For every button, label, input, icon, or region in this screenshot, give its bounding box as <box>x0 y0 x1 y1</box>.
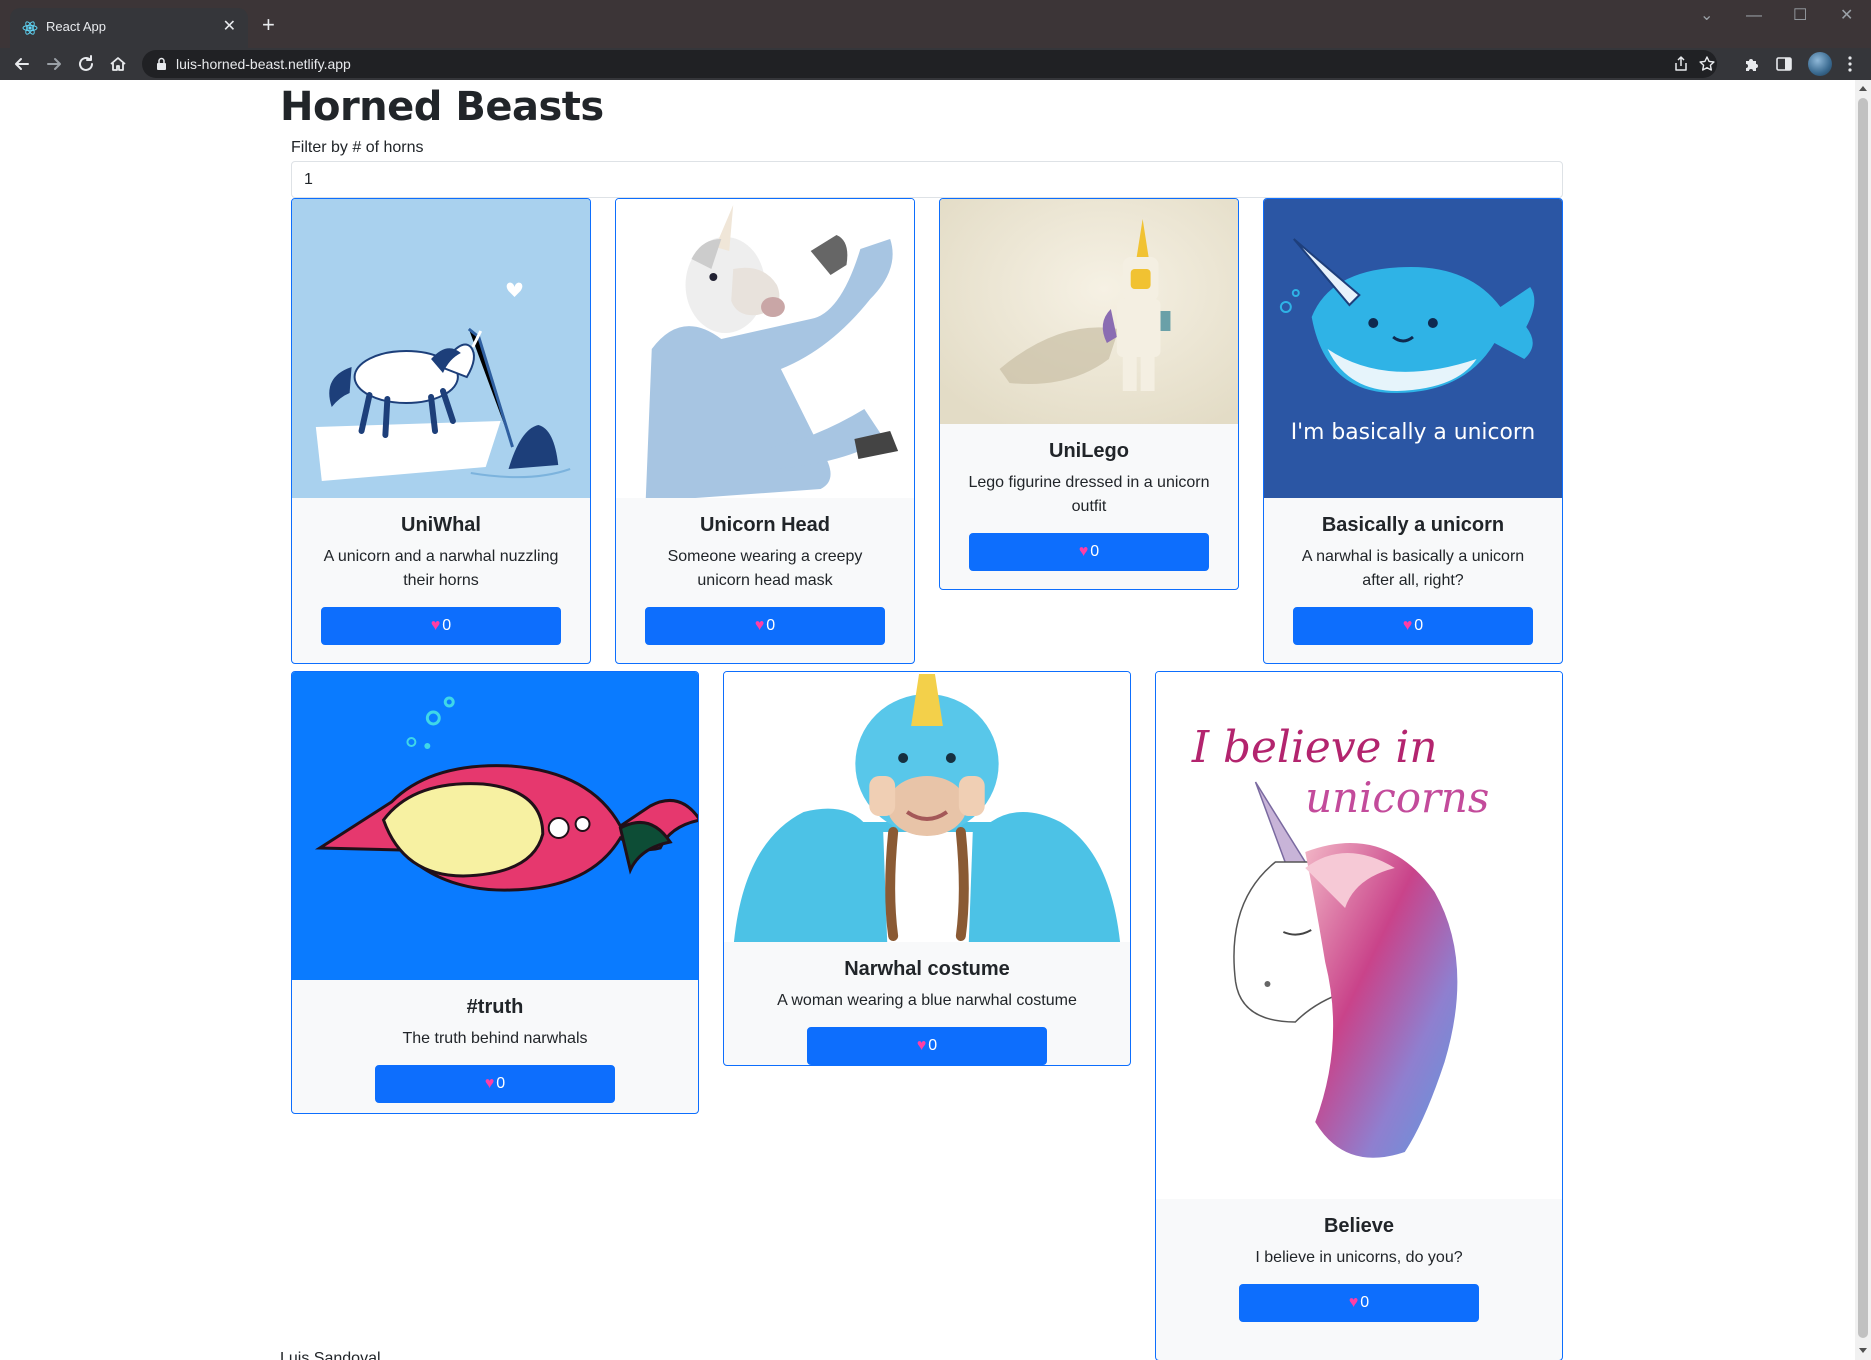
beast-image[interactable] <box>724 672 1130 942</box>
beast-image[interactable]: I believe in unicorns <box>1156 672 1562 1199</box>
address-bar[interactable]: luis-horned-beast.netlify.app <box>142 50 1717 78</box>
like-button[interactable]: ♥ 0 <box>1293 607 1533 645</box>
beast-card-body: Basically a unicorn A narwhal is basical… <box>1264 498 1562 645</box>
page-title: Horned Beasts <box>280 84 604 130</box>
side-panel-icon[interactable] <box>1774 54 1794 74</box>
menu-kebab-icon[interactable] <box>1840 54 1860 74</box>
like-count: 0 <box>1414 617 1424 634</box>
beast-description: Lego figurine dressed in a unicorn outfi… <box>968 474 1210 515</box>
beast-title: Basically a unicorn <box>1321 514 1505 536</box>
beast-title: UniWhal <box>401 514 481 536</box>
image-caption-text: I'm basically a unicorn <box>1291 420 1536 445</box>
beast-image[interactable] <box>292 199 590 498</box>
beast-description: I believe in unicorns, do you? <box>1255 1249 1463 1266</box>
react-favicon-icon <box>22 21 38 35</box>
beast-card-body: UniLego Lego figurine dressed in a unico… <box>940 424 1238 571</box>
image-script-line-2: unicorns <box>1305 773 1489 822</box>
heart-icon: ♥ <box>916 1037 927 1054</box>
beast-card[interactable]: Unicorn Head Someone wearing a creepy un… <box>615 198 915 664</box>
heart-icon: ♥ <box>1402 617 1413 634</box>
beast-title: Unicorn Head <box>699 514 831 536</box>
beast-description: A narwhal is basically a unicorn after a… <box>1301 548 1525 589</box>
beast-description: The truth behind narwhals <box>402 1030 588 1047</box>
beast-card-body: #truth The truth behind narwhals ♥ 0 <box>292 980 698 1103</box>
like-button[interactable]: ♥ 0 <box>1239 1284 1479 1322</box>
browser-titlebar: React App ✕ + ⌄ — ☐ ✕ <box>0 0 1871 48</box>
tab-close-icon[interactable]: ✕ <box>223 17 236 37</box>
like-button[interactable]: ♥ 0 <box>375 1065 615 1103</box>
beast-title: #truth <box>466 996 524 1018</box>
beast-card-body: Narwhal costume A woman wearing a blue n… <box>724 942 1130 1065</box>
beast-image[interactable] <box>940 199 1238 424</box>
horns-filter-input[interactable] <box>291 161 1563 198</box>
like-button[interactable]: ♥ 0 <box>807 1027 1047 1065</box>
like-count: 0 <box>442 617 452 634</box>
like-count: 0 <box>1360 1294 1370 1311</box>
beast-image[interactable] <box>292 672 698 980</box>
beast-card[interactable]: I believe in unicorns Believe I believe … <box>1155 671 1563 1360</box>
beast-description: Someone wearing a creepy unicorn head ma… <box>667 548 863 589</box>
back-icon[interactable] <box>11 53 33 75</box>
tab-title: React App <box>46 19 106 34</box>
beast-card[interactable]: #truth The truth behind narwhals ♥ 0 <box>291 671 699 1114</box>
heart-icon: ♥ <box>754 617 765 634</box>
address-url[interactable]: luis-horned-beast.netlify.app <box>176 56 351 72</box>
image-script-line-1: I believe in <box>1191 722 1438 773</box>
heart-icon: ♥ <box>1078 543 1089 560</box>
beast-title: UniLego <box>1049 440 1129 462</box>
new-tab-button[interactable]: + <box>262 12 275 38</box>
extensions-icon[interactable] <box>1742 54 1762 74</box>
like-button[interactable]: ♥ 0 <box>321 607 561 645</box>
beast-card-body: Believe I believe in unicorns, do you? ♥… <box>1156 1199 1562 1322</box>
maximize-button[interactable]: ☐ <box>1793 4 1807 28</box>
like-count: 0 <box>496 1075 506 1092</box>
beast-description: A unicorn and a narwhal nuzzling their h… <box>323 548 559 589</box>
profile-avatar[interactable] <box>1808 52 1832 76</box>
beast-card[interactable]: UniWhal A unicorn and a narwhal nuzzling… <box>291 198 591 664</box>
like-count: 0 <box>766 617 776 634</box>
filter-label: Filter by # of horns <box>291 139 424 156</box>
tab-search-icon[interactable]: ⌄ <box>1700 4 1713 28</box>
beast-title: Believe <box>1323 1215 1395 1237</box>
like-count: 0 <box>928 1037 938 1054</box>
forward-icon[interactable] <box>43 53 65 75</box>
like-button[interactable]: ♥ 0 <box>645 607 885 645</box>
beast-image[interactable] <box>616 199 914 498</box>
page-viewport: Horned Beasts Filter by # of horns UniWh… <box>0 80 1855 1360</box>
beast-title: Narwhal costume <box>844 958 1010 980</box>
heart-icon: ♥ <box>430 617 441 634</box>
like-count: 0 <box>1090 543 1100 560</box>
heart-icon: ♥ <box>1348 1294 1359 1311</box>
page-footer: Luis Sandoval <box>280 1350 381 1360</box>
share-icon[interactable] <box>1672 55 1690 73</box>
browser-toolbar: luis-horned-beast.netlify.app <box>0 48 1871 80</box>
browser-tab-active[interactable]: React App ✕ <box>10 8 248 48</box>
like-button[interactable]: ♥ 0 <box>969 533 1209 571</box>
reload-icon[interactable] <box>75 53 97 75</box>
scroll-up-icon[interactable] <box>1859 86 1867 91</box>
bookmark-star-icon[interactable] <box>1698 55 1716 73</box>
scroll-down-icon[interactable] <box>1859 1348 1867 1353</box>
beast-card-body: Unicorn Head Someone wearing a creepy un… <box>616 498 914 645</box>
beast-card[interactable]: I'm basically a unicorn Basically a unic… <box>1263 198 1563 664</box>
close-window-button[interactable]: ✕ <box>1840 4 1853 28</box>
beast-card[interactable]: UniLego Lego figurine dressed in a unico… <box>939 198 1239 590</box>
lock-icon[interactable] <box>156 57 167 71</box>
beast-card-body: UniWhal A unicorn and a narwhal nuzzling… <box>292 498 590 645</box>
scrollbar-thumb[interactable] <box>1858 98 1868 1338</box>
heart-icon: ♥ <box>484 1075 495 1092</box>
beast-image[interactable]: I'm basically a unicorn <box>1264 199 1562 498</box>
beast-description: A woman wearing a blue narwhal costume <box>777 992 1077 1009</box>
beast-card[interactable]: Narwhal costume A woman wearing a blue n… <box>723 671 1131 1066</box>
page-scrollbar[interactable] <box>1855 80 1871 1360</box>
home-icon[interactable] <box>107 53 129 75</box>
minimize-button[interactable]: — <box>1746 4 1762 28</box>
